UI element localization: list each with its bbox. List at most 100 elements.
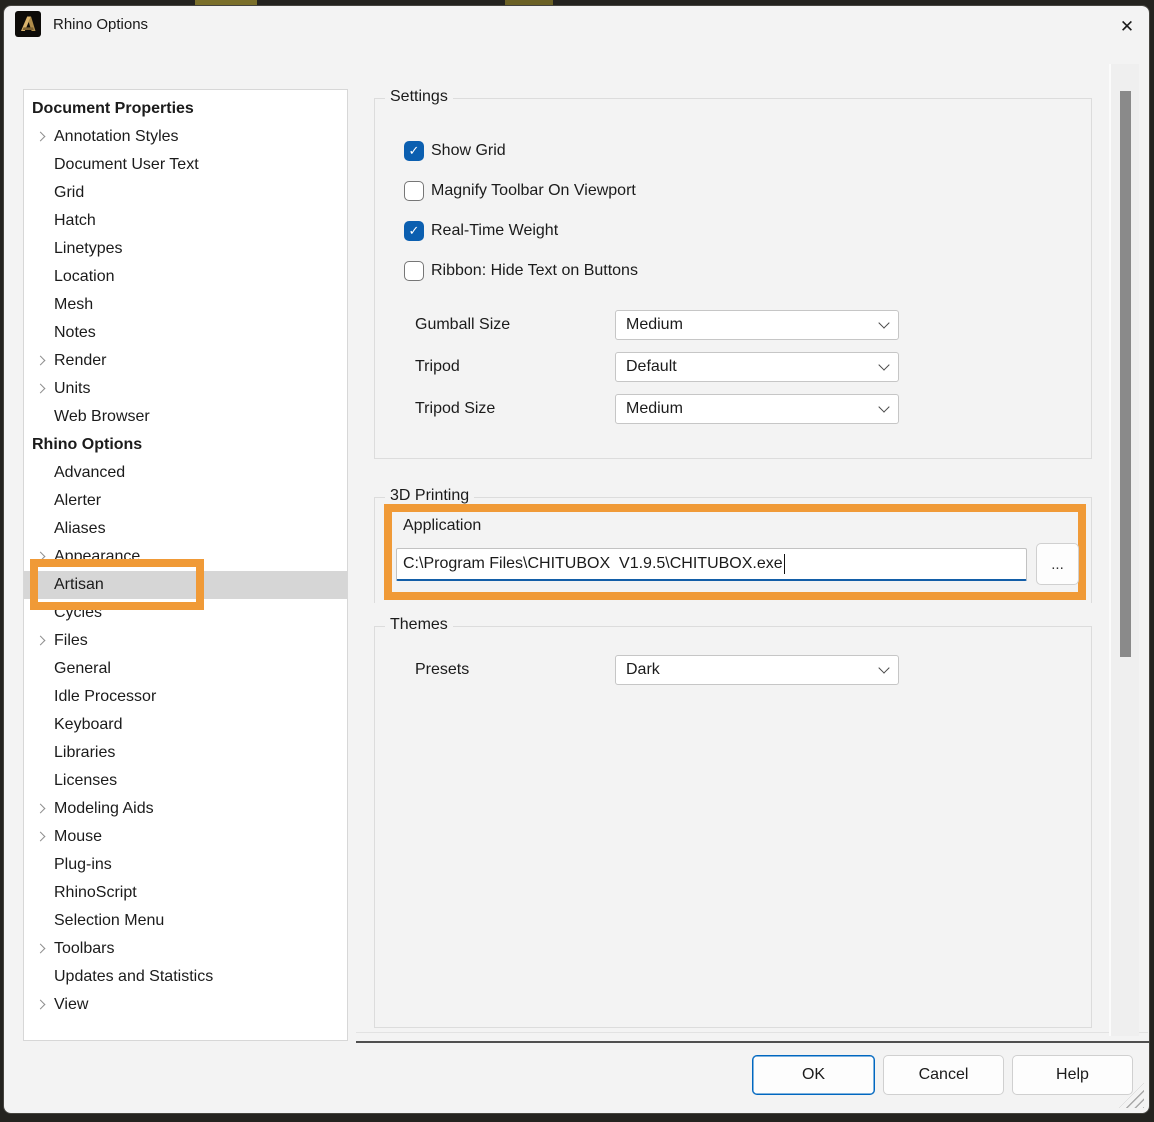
sidebar-item-document-user-text[interactable]: Document User Text	[24, 151, 347, 179]
help-button[interactable]: Help	[1012, 1055, 1133, 1095]
sidebar-item-licenses[interactable]: Licenses	[24, 767, 347, 795]
settings-group: Settings ✓Show GridMagnify Toolbar On Vi…	[374, 98, 1092, 459]
close-button[interactable]: ✕	[1105, 6, 1149, 46]
application-path-input[interactable]: C:\Program Files\CHITUBOX V1.9.5\CHITUBO…	[396, 548, 1027, 581]
sidebar-item-label: Alerter	[54, 492, 101, 509]
sidebar-item-units[interactable]: Units	[24, 375, 347, 403]
sidebar-item-label: Idle Processor	[54, 688, 156, 705]
sidebar-item-keyboard[interactable]: Keyboard	[24, 711, 347, 739]
unchecked-checkbox-icon[interactable]	[404, 181, 424, 201]
themes-group-legend: Themes	[385, 616, 453, 634]
chevron-right-icon[interactable]	[36, 832, 46, 842]
sidebar-item-label: Mesh	[54, 296, 93, 313]
dropdown-label: Gumball Size	[415, 310, 510, 340]
sidebar-item-render[interactable]: Render	[24, 347, 347, 375]
sidebar-item-mesh[interactable]: Mesh	[24, 291, 347, 319]
sidebar-item-hatch[interactable]: Hatch	[24, 207, 347, 235]
dropdown-label: Tripod	[415, 352, 460, 382]
checked-checkbox-icon[interactable]: ✓	[404, 141, 424, 161]
presets-row: Presets Dark	[415, 655, 1065, 685]
sidebar-tree: Document PropertiesAnnotation StylesDocu…	[24, 90, 347, 1019]
settings-dropdowns: Gumball SizeMediumTripodDefaultTripod Si…	[415, 310, 1065, 436]
sidebar-item-rhinoscript[interactable]: RhinoScript	[24, 879, 347, 907]
sidebar-item-label: Aliases	[54, 520, 106, 537]
dropdown-value: Default	[626, 358, 880, 376]
sidebar-item-aliases[interactable]: Aliases	[24, 515, 347, 543]
sidebar-item-alerter[interactable]: Alerter	[24, 487, 347, 515]
checkbox-show-grid[interactable]: ✓Show Grid	[404, 139, 638, 163]
sidebar-item-label: Keyboard	[54, 716, 123, 733]
chevron-down-icon	[878, 317, 889, 328]
sidebar-item-advanced[interactable]: Advanced	[24, 459, 347, 487]
unchecked-checkbox-icon[interactable]	[404, 261, 424, 281]
sidebar-item-label: Licenses	[54, 772, 117, 789]
chevron-right-icon[interactable]	[36, 636, 46, 646]
sidebar-item-libraries[interactable]: Libraries	[24, 739, 347, 767]
dropdown-tripod-size[interactable]: Medium	[615, 394, 899, 424]
title-bar[interactable]: Rhino Options ✕	[4, 6, 1149, 50]
dropdown-row-tripod: Tripod Default	[415, 352, 1065, 382]
themes-group: Themes Presets Dark	[374, 626, 1092, 1028]
scrollbar-track[interactable]	[1109, 64, 1139, 1036]
chevron-right-icon[interactable]	[36, 384, 46, 394]
checkbox-ribbon-hide-text-on-buttons[interactable]: Ribbon: Hide Text on Buttons	[404, 259, 638, 283]
sidebar-item-annotation-styles[interactable]: Annotation Styles	[24, 123, 347, 151]
chevron-right-icon[interactable]	[36, 132, 46, 142]
sidebar-item-label: Plug-ins	[54, 856, 112, 873]
sidebar-item-mouse[interactable]: Mouse	[24, 823, 347, 851]
checkbox-label: Magnify Toolbar On Viewport	[431, 182, 636, 200]
chevron-right-icon[interactable]	[36, 1000, 46, 1010]
chevron-down-icon	[878, 662, 889, 673]
checkbox-label: Real-Time Weight	[431, 222, 558, 240]
chevron-right-icon[interactable]	[36, 356, 46, 366]
ok-button[interactable]: OK	[752, 1055, 875, 1095]
sidebar-item-location[interactable]: Location	[24, 263, 347, 291]
sidebar-item-web-browser[interactable]: Web Browser	[24, 403, 347, 431]
settings-group-legend: Settings	[385, 88, 453, 106]
presets-label: Presets	[415, 655, 469, 685]
scrollbar-thumb[interactable]	[1120, 91, 1131, 657]
checked-checkbox-icon[interactable]: ✓	[404, 221, 424, 241]
sidebar-item-view[interactable]: View	[24, 991, 347, 1019]
sidebar-item-grid[interactable]: Grid	[24, 179, 347, 207]
checkbox-real-time-weight[interactable]: ✓ Real-Time Weight	[404, 219, 638, 243]
sidebar-item-label: General	[54, 660, 111, 677]
sidebar-item-plug-ins[interactable]: Plug-ins	[24, 851, 347, 879]
sidebar-item-artisan[interactable]: Artisan	[24, 571, 347, 599]
application-label: Application	[403, 517, 481, 535]
sidebar-item-appearance[interactable]: Appearance	[24, 543, 347, 571]
sidebar-item-label: Toolbars	[54, 940, 114, 957]
sidebar-item-modeling-aids[interactable]: Modeling Aids	[24, 795, 347, 823]
printing-group-legend: 3D Printing	[385, 487, 474, 505]
checkbox-magnify-toolbar-on-viewport[interactable]: Magnify Toolbar On Viewport	[404, 179, 638, 203]
sidebar-item-label: Web Browser	[54, 408, 150, 425]
sidebar-item-label: Mouse	[54, 828, 102, 845]
sidebar-item-notes[interactable]: Notes	[24, 319, 347, 347]
sidebar-item-label: Location	[54, 268, 115, 285]
chevron-right-icon[interactable]	[36, 552, 46, 562]
footer-separator	[356, 1041, 1149, 1043]
sidebar-item-label: Libraries	[54, 744, 115, 761]
presets-value: Dark	[626, 661, 880, 679]
chevron-right-icon[interactable]	[36, 944, 46, 954]
sidebar-item-label: Cycles	[54, 604, 102, 621]
dropdown-value: Medium	[626, 400, 880, 418]
presets-dropdown[interactable]: Dark	[615, 655, 899, 685]
sidebar-item-general[interactable]: General	[24, 655, 347, 683]
sidebar-item-updates-and-statistics[interactable]: Updates and Statistics	[24, 963, 347, 991]
browse-button[interactable]: ...	[1036, 543, 1079, 585]
sidebar-item-cycles[interactable]: Cycles	[24, 599, 347, 627]
sidebar-item-label: Linetypes	[54, 240, 123, 257]
sidebar-item-label: View	[54, 996, 88, 1013]
chevron-right-icon[interactable]	[36, 804, 46, 814]
sidebar-item-files[interactable]: Files	[24, 627, 347, 655]
dropdown-gumball-size[interactable]: Medium	[615, 310, 899, 340]
window-title: Rhino Options	[53, 16, 148, 33]
sidebar-item-idle-processor[interactable]: Idle Processor	[24, 683, 347, 711]
sidebar-item-toolbars[interactable]: Toolbars	[24, 935, 347, 963]
sidebar-item-selection-menu[interactable]: Selection Menu	[24, 907, 347, 935]
dropdown-tripod[interactable]: Default	[615, 352, 899, 382]
sidebar-item-linetypes[interactable]: Linetypes	[24, 235, 347, 263]
cancel-button[interactable]: Cancel	[883, 1055, 1004, 1095]
sidebar-item-label: Modeling Aids	[54, 800, 154, 817]
